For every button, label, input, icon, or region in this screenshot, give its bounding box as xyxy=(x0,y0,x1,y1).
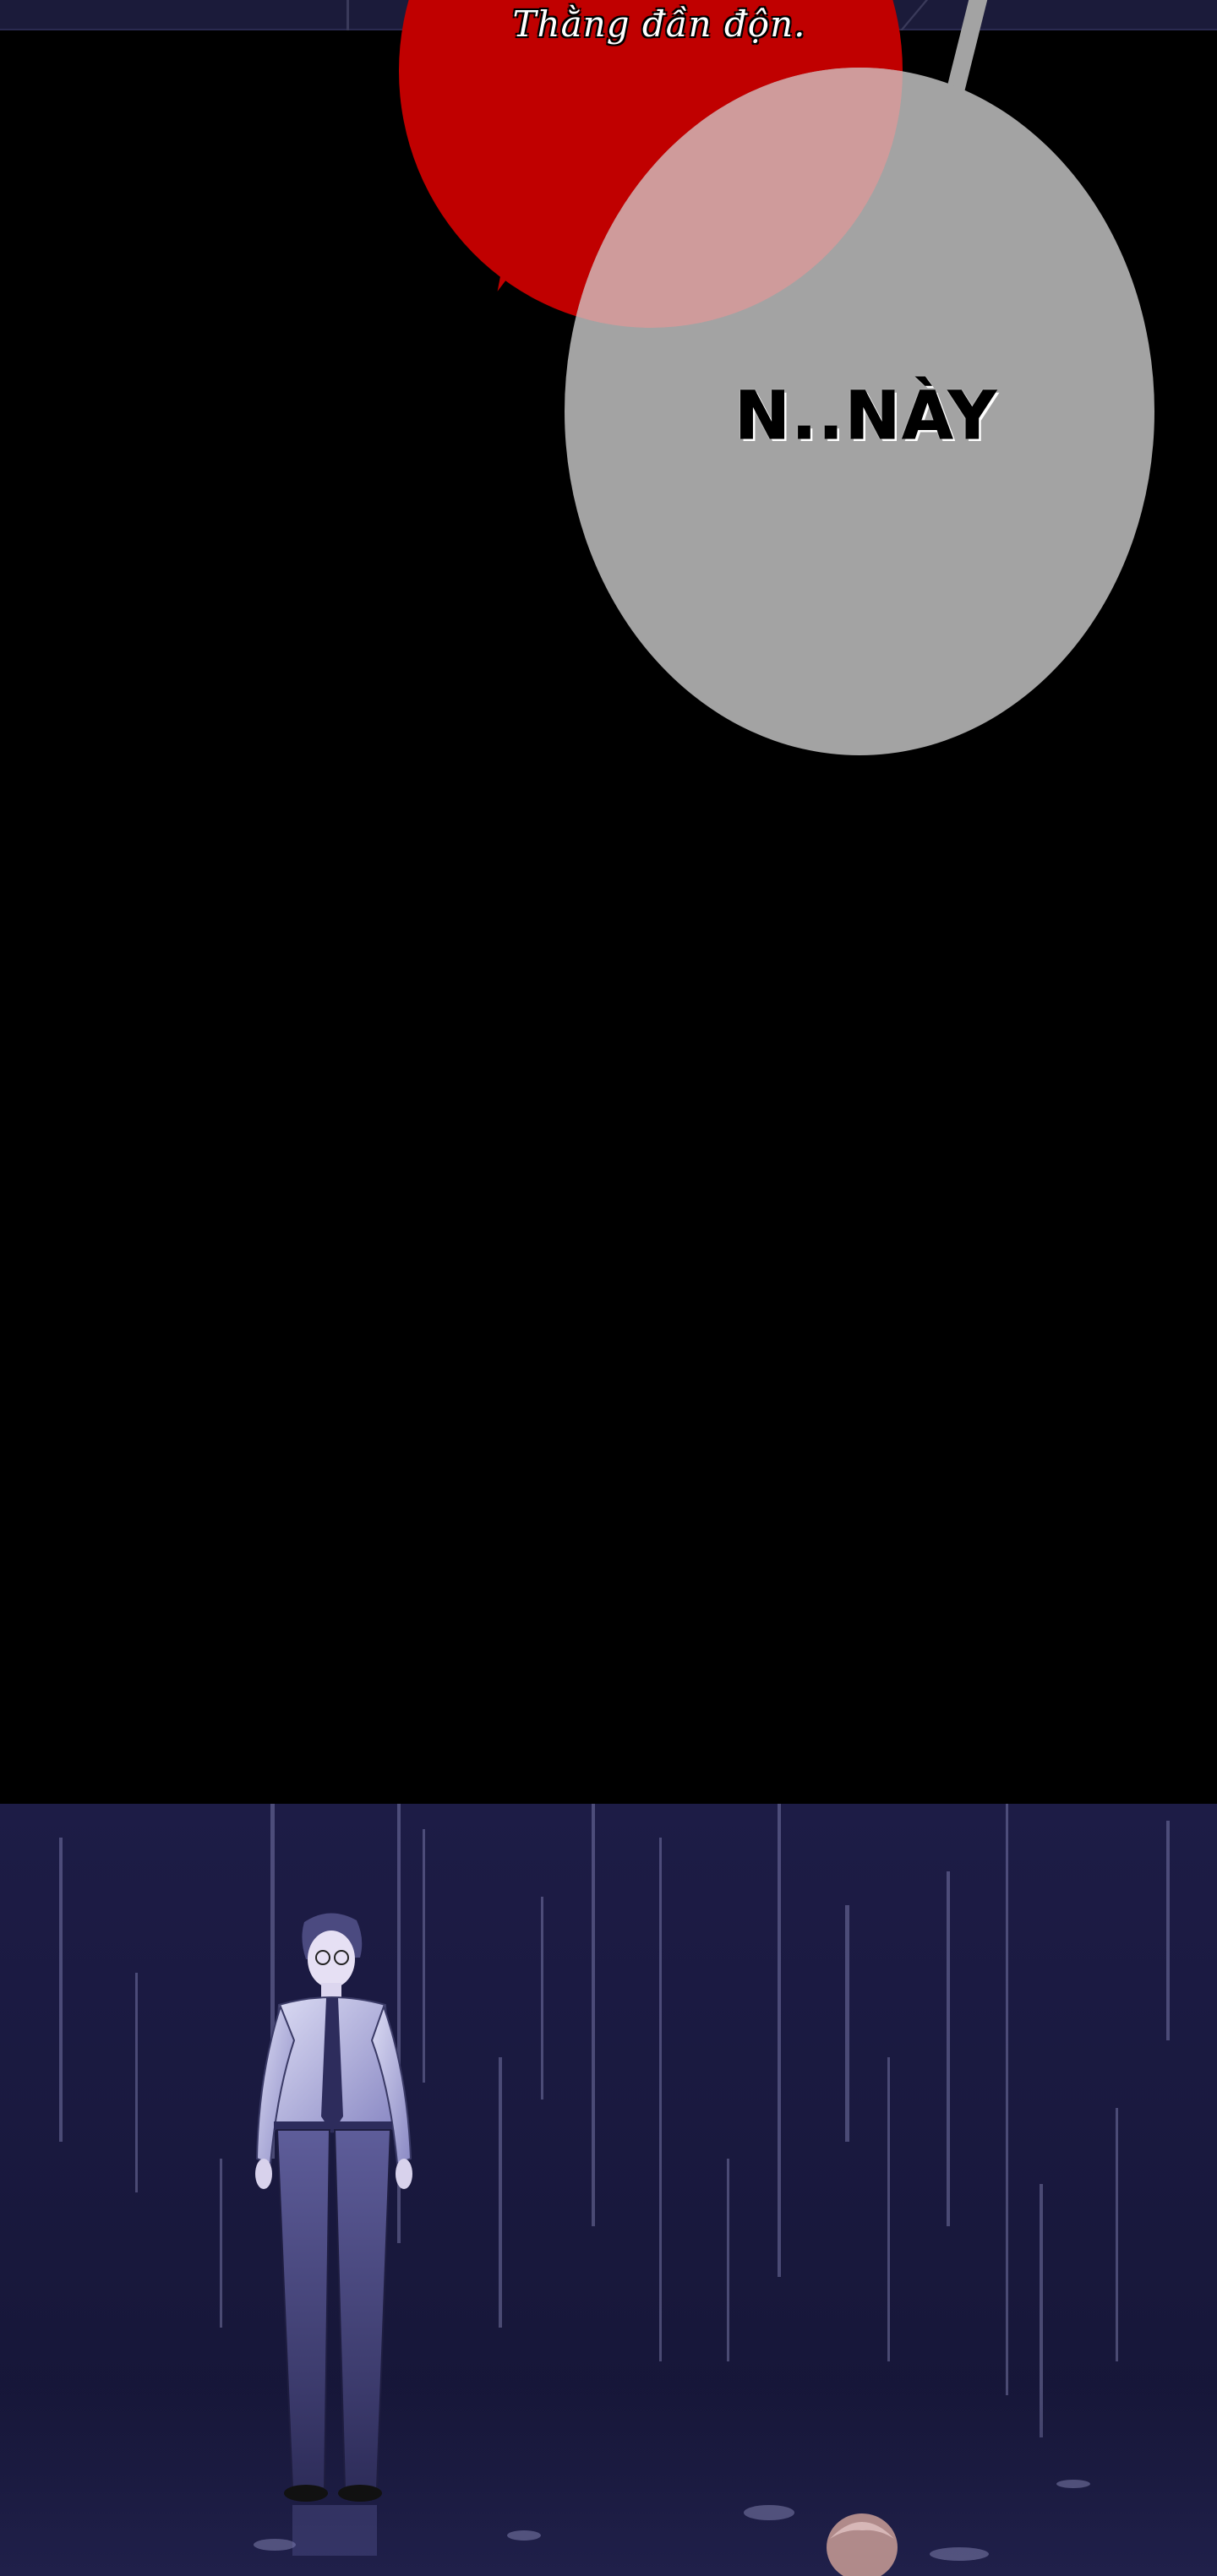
bubble-overlap xyxy=(399,0,903,328)
rain-streak xyxy=(1116,2108,1118,2361)
rain-streak xyxy=(845,1905,849,2142)
rain-streak xyxy=(541,1897,543,2099)
ripple xyxy=(1056,2480,1090,2488)
man-in-rain xyxy=(255,1913,412,2556)
rain-streak xyxy=(1006,1804,1008,2395)
rain-streak xyxy=(59,1838,63,2142)
water-surface xyxy=(0,2387,1217,2576)
rain-streak xyxy=(727,2159,729,2361)
grey-bubble-text: N..NÀY xyxy=(734,379,998,455)
ripple xyxy=(744,2505,794,2520)
rain-streak xyxy=(659,1838,662,2361)
rain-streak xyxy=(499,2057,502,2328)
ripple xyxy=(507,2530,541,2541)
background-line xyxy=(347,0,349,30)
dark-panel: Thằng đần độn. N..NÀY xyxy=(0,0,1217,1804)
rain-streak xyxy=(1166,1821,1170,2040)
rain-streak xyxy=(592,1804,595,2226)
rain-streak xyxy=(947,1871,950,2226)
red-bubble-text: Thằng đần độn. xyxy=(512,3,806,45)
ripple xyxy=(930,2547,989,2561)
head-in-water xyxy=(827,2513,898,2576)
rain-streak xyxy=(778,1804,781,2277)
rain-scene-panel xyxy=(0,1804,1217,2576)
rain-streak xyxy=(887,2057,890,2361)
rain-streak xyxy=(135,1973,138,2192)
